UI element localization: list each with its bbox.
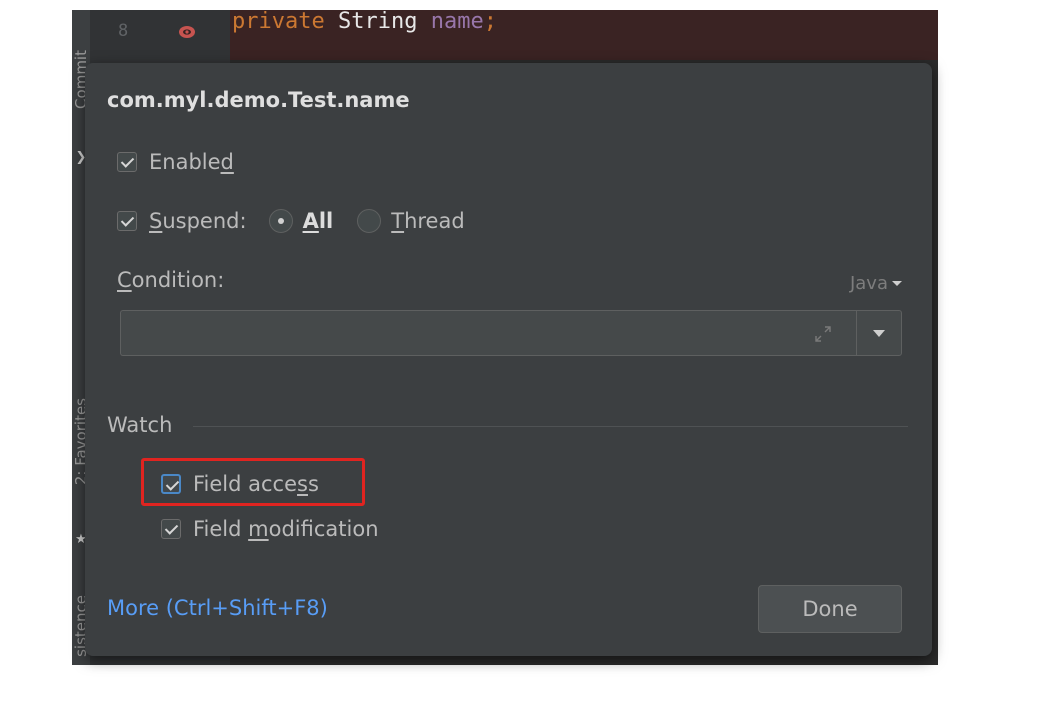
suspend-all-radio[interactable] xyxy=(268,209,293,233)
enabled-label[interactable]: Enabled xyxy=(149,150,234,174)
suspend-thread-label[interactable]: Thread xyxy=(391,209,464,233)
expand-icon[interactable] xyxy=(814,325,832,343)
suspend-row: Suspend: All Thread xyxy=(117,209,465,233)
suspend-label[interactable]: Suspend: xyxy=(149,209,247,233)
condition-label: Condition: xyxy=(117,268,225,292)
enabled-checkbox[interactable] xyxy=(117,152,137,172)
breakpoint-popup: com.myl.demo.Test.name Enabled Suspend: … xyxy=(85,63,932,656)
language-selector[interactable]: Java xyxy=(850,273,902,294)
condition-history-dropdown[interactable] xyxy=(856,310,902,356)
condition-input[interactable] xyxy=(120,310,856,356)
code-field: name xyxy=(430,9,484,34)
enabled-row[interactable]: Enabled xyxy=(117,150,234,174)
code-punct: ; xyxy=(483,9,497,34)
chevron-down-icon xyxy=(892,281,902,286)
popup-title: com.myl.demo.Test.name xyxy=(107,88,410,112)
watch-separator xyxy=(193,426,908,427)
field-modification-row[interactable]: Field modification xyxy=(161,517,379,541)
suspend-checkbox[interactable] xyxy=(117,211,137,231)
suspend-thread-radio[interactable] xyxy=(357,209,382,233)
annotation-highlight-box xyxy=(141,458,365,506)
code-type: String xyxy=(337,9,418,34)
more-settings-link[interactable]: More (Ctrl+Shift+F8) xyxy=(107,596,328,620)
code-line: private String name; xyxy=(232,9,497,34)
field-modification-label[interactable]: Field modification xyxy=(193,517,379,541)
done-button[interactable]: Done xyxy=(758,585,902,633)
line-number: 8 xyxy=(118,21,129,41)
field-modification-checkbox[interactable] xyxy=(161,519,181,539)
breakpoint-field-icon[interactable] xyxy=(178,23,196,41)
watch-section-label: Watch xyxy=(107,413,173,437)
suspend-all-label[interactable]: All xyxy=(303,209,334,233)
code-keyword: private xyxy=(232,9,325,34)
